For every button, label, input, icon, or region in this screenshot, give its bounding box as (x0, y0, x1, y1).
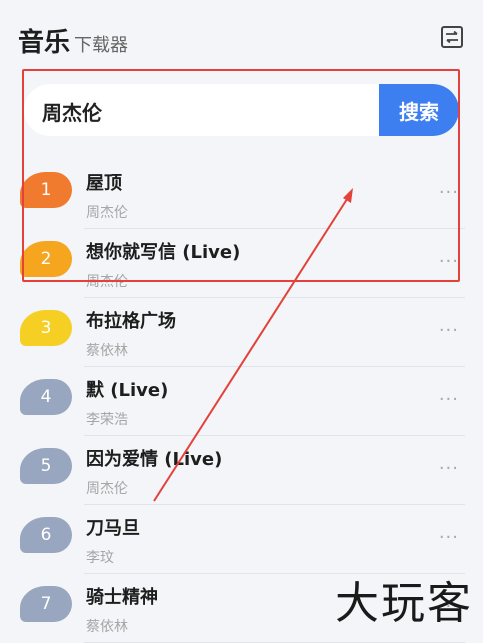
more-options-icon[interactable]: ··· (439, 320, 459, 341)
more-options-icon[interactable]: ··· (439, 389, 459, 410)
rank-badge: 5 (20, 448, 72, 484)
song-row[interactable]: 1 屋顶 周杰伦 ··· (0, 160, 483, 229)
song-row[interactable]: 2 想你就写信 (Live) 周杰伦 ··· (0, 229, 483, 298)
swap-icon[interactable] (441, 26, 463, 48)
rank-badge: 7 (20, 586, 72, 622)
more-options-icon[interactable]: ··· (439, 458, 459, 479)
song-artist: 蔡依林 (86, 343, 128, 359)
song-title: 想你就写信 (Live) (86, 242, 241, 263)
app-title-sub: 下载器 (74, 35, 129, 56)
song-artist: 周杰伦 (86, 274, 128, 290)
song-title: 刀马旦 (86, 518, 140, 539)
search-input[interactable] (40, 84, 374, 136)
more-options-icon[interactable]: ··· (439, 527, 459, 548)
song-artist: 李玟 (86, 550, 114, 566)
rank-badge: 6 (20, 517, 72, 553)
rank-badge: 1 (20, 172, 72, 208)
rank-badge: 4 (20, 379, 72, 415)
search-button[interactable]: 搜索 (379, 84, 459, 136)
search-bar: 搜索 (24, 84, 459, 136)
song-row[interactable]: 3 布拉格广场 蔡依林 ··· (0, 298, 483, 367)
more-options-icon[interactable]: ··· (439, 182, 459, 203)
app-title: 音乐 下载器 (18, 22, 128, 59)
watermark-logo: 大玩客 (335, 578, 473, 629)
more-options-icon[interactable]: ··· (439, 251, 459, 272)
song-row[interactable]: 5 因为爱情 (Live) 周杰伦 ··· (0, 436, 483, 505)
song-title: 默 (Live) (86, 380, 169, 401)
song-artist: 周杰伦 (86, 481, 128, 497)
song-row[interactable]: 6 刀马旦 李玟 ··· (0, 505, 483, 574)
app-title-main: 音乐 (18, 28, 71, 58)
song-title: 因为爱情 (Live) (86, 449, 223, 470)
song-artist: 蔡依林 (86, 619, 128, 635)
song-title: 骑士精神 (86, 587, 158, 608)
song-artist: 李荣浩 (86, 412, 128, 428)
song-row[interactable]: 4 默 (Live) 李荣浩 ··· (0, 367, 483, 436)
rank-badge: 2 (20, 241, 72, 277)
song-title: 布拉格广场 (86, 311, 176, 332)
song-title: 屋顶 (86, 173, 122, 194)
swap-icon-glyph (446, 31, 458, 43)
song-artist: 周杰伦 (86, 205, 128, 221)
rank-badge: 3 (20, 310, 72, 346)
